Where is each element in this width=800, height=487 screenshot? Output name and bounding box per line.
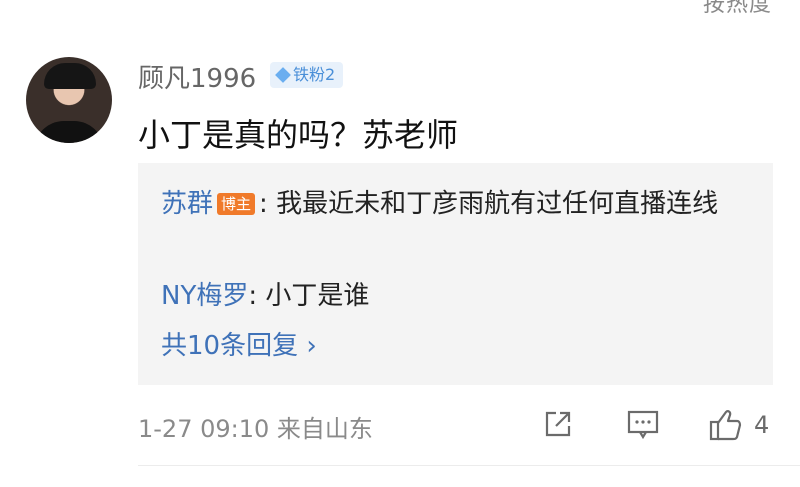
share-icon: [545, 411, 571, 437]
avatar[interactable]: [26, 57, 112, 143]
fan-level-badge: 铁粉2: [270, 62, 344, 88]
comment-time: 1-27 09:10: [138, 415, 270, 443]
divider: [138, 465, 800, 466]
comment-meta: 1-27 09:10 来自山东: [138, 409, 373, 444]
like-button[interactable]: 4: [708, 408, 769, 442]
comment-location: 来自山东: [276, 415, 373, 443]
share-button[interactable]: [542, 408, 574, 446]
more-replies-link[interactable]: 共10条回复 ›: [161, 325, 317, 367]
fan-badge-label: 铁粉2: [293, 65, 336, 84]
reply-item: 苏群 博主: 我最近未和丁彦雨航有过任何直播连线: [161, 189, 719, 219]
sort-label: 按热度: [702, 0, 772, 17]
like-count: 4: [754, 411, 770, 439]
comment-button[interactable]: [626, 408, 660, 446]
comment-icon: [627, 410, 659, 440]
diamond-icon: [275, 67, 291, 83]
comment-username[interactable]: 顾凡1996: [138, 58, 256, 95]
comment-text: 小丁是真的吗？苏老师: [138, 116, 459, 154]
reply-text: 小丁是谁: [265, 281, 370, 311]
reply-item: NY梅罗: 小丁是谁: [161, 281, 370, 311]
reply-username[interactable]: NY梅罗: [161, 281, 248, 311]
thumbs-up-icon: [709, 410, 742, 441]
reply-username[interactable]: 苏群: [161, 189, 213, 219]
reply-box[interactable]: 苏群 博主: 我最近未和丁彦雨航有过任何直播连线 NY梅罗: 小丁是谁 共10条回…: [138, 163, 773, 385]
host-badge: 博主: [217, 193, 256, 215]
sort-toggle[interactable]: 按热度: [703, 0, 772, 18]
reply-text: 我最近未和丁彦雨航有过任何直播连线: [276, 189, 719, 219]
